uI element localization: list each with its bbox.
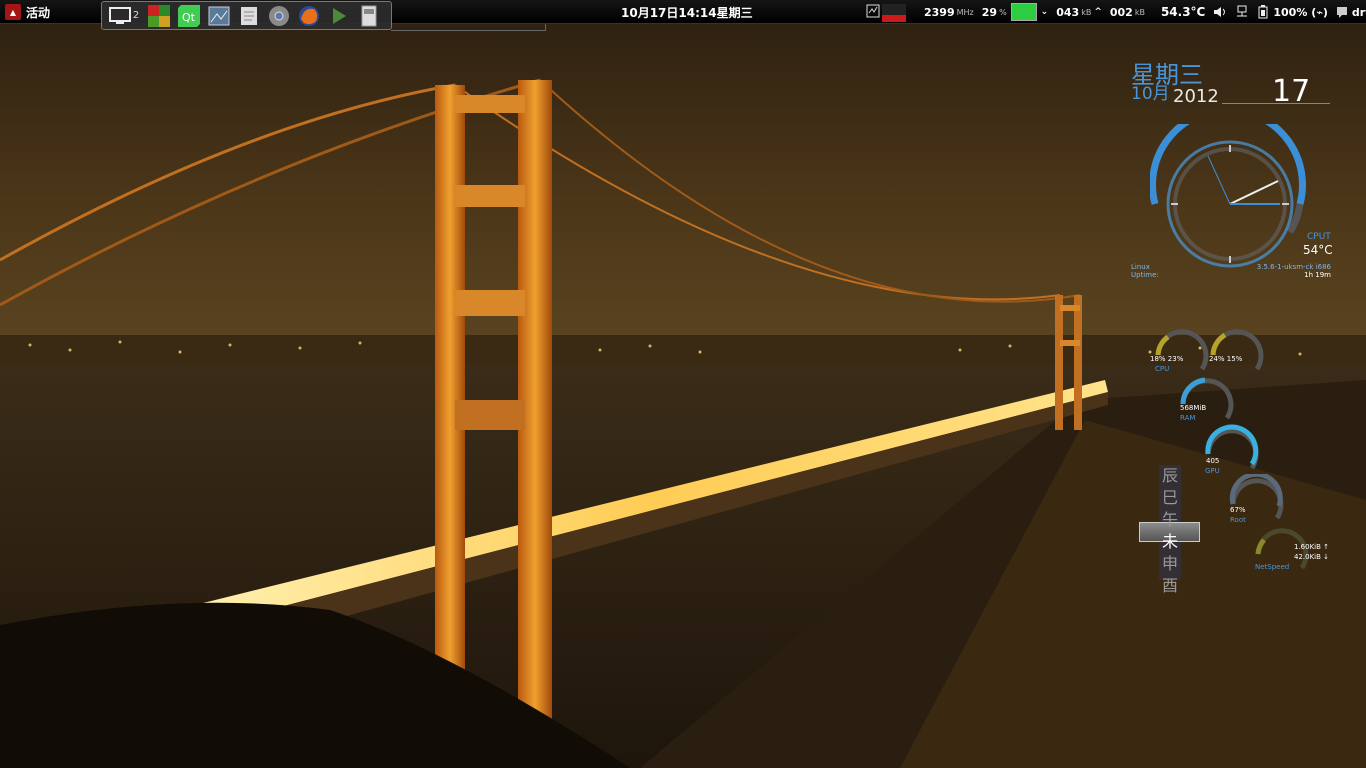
dock-text-editor[interactable] bbox=[237, 5, 261, 27]
net-up-value: 1.60KiB ↑ bbox=[1294, 543, 1330, 551]
cpu-temp-label: CPUT bbox=[1307, 232, 1331, 242]
date-year: 2012 bbox=[1173, 86, 1219, 107]
system-info: Linux 3.5.6-1-uksm-ck i686 Uptime: 1h 19… bbox=[1131, 263, 1331, 279]
dock-files[interactable] bbox=[357, 5, 381, 27]
earthly-branch-clock: 辰 巳 午 未 申 酉 bbox=[1155, 462, 1185, 595]
battery-icon bbox=[1258, 5, 1268, 19]
system-tray: 2399 MHz 29 % ⌄ 043 kB ^ 002 kB 54.3°C 1… bbox=[866, 2, 1366, 22]
cpu-temp-value: 54°C bbox=[1303, 243, 1333, 257]
cpu-frequency-unit: MHz bbox=[956, 7, 974, 17]
branch-item-current: 未 bbox=[1161, 532, 1178, 551]
dock-qt-creator[interactable]: Qt bbox=[177, 4, 201, 27]
os-label: Linux bbox=[1131, 263, 1150, 271]
kernel-version: 3.5.6-1-uksm-ck i686 bbox=[1256, 263, 1331, 271]
gpu-ring-value: 405 bbox=[1206, 457, 1220, 465]
battery-indicator[interactable]: 100% (⌁) bbox=[1257, 5, 1328, 19]
ram-ring-value: 568MiB bbox=[1180, 404, 1207, 412]
chevron-down-icon[interactable]: ⌄ bbox=[1041, 7, 1049, 17]
dock-app-grid[interactable] bbox=[147, 4, 171, 27]
root-ring-value: 67% bbox=[1230, 506, 1246, 514]
branch-item: 酉 bbox=[1161, 576, 1178, 595]
branch-item: 午 bbox=[1161, 510, 1178, 529]
files-icon bbox=[361, 5, 377, 26]
dock-image-viewer[interactable] bbox=[207, 5, 231, 27]
upload-arrow-icon: ^ bbox=[1094, 7, 1102, 17]
workspace-switcher[interactable]: 2 bbox=[107, 5, 141, 27]
image-viewer-icon bbox=[208, 6, 230, 25]
desktop-wallpaper bbox=[0, 0, 1366, 768]
network-icon[interactable] bbox=[1235, 5, 1249, 19]
net-down-value: 42.0KiB ↓ bbox=[1294, 553, 1330, 561]
temperature[interactable]: 54.3°C bbox=[1161, 5, 1205, 19]
volume-icon[interactable] bbox=[1213, 6, 1227, 18]
analog-clock-widget bbox=[1150, 124, 1306, 268]
terminal-icon bbox=[333, 7, 346, 24]
activities-label: 活动 bbox=[26, 5, 51, 20]
net-ring-label: NetSpeed bbox=[1255, 563, 1290, 571]
network-upload[interactable]: 002 kB bbox=[1110, 6, 1145, 19]
cpu-usage-unit: % bbox=[999, 7, 1007, 17]
user-menu[interactable]: dryland bbox=[1336, 6, 1366, 19]
root-ring-label: Root bbox=[1230, 516, 1246, 524]
cpu-usage-bar bbox=[1010, 3, 1037, 21]
network-upload-value: 002 bbox=[1109, 5, 1133, 19]
dock-firefox[interactable] bbox=[297, 5, 321, 27]
cpu-ring-value: 18% 23% bbox=[1150, 355, 1184, 363]
date-underline bbox=[1222, 103, 1330, 104]
dock-frame bbox=[391, 24, 546, 31]
cpu-frequency-value: 2399 bbox=[924, 5, 955, 19]
cpu-usage[interactable]: 29 % ⌄ bbox=[982, 3, 1048, 21]
chrome-icon bbox=[269, 5, 289, 26]
cpu2-ring-value: 24% 15% bbox=[1209, 355, 1243, 363]
network-download-unit: kB bbox=[1081, 7, 1092, 17]
monitor-icon bbox=[866, 4, 906, 22]
network-download[interactable]: 043 kB ^ bbox=[1056, 6, 1102, 19]
dock-terminal[interactable] bbox=[327, 5, 351, 27]
ram-ring-label: RAM bbox=[1180, 414, 1196, 422]
clock-second-hand bbox=[1207, 155, 1231, 205]
app-grid-icon bbox=[148, 4, 170, 27]
qt-creator-icon: Qt bbox=[178, 4, 200, 27]
uptime-value: 1h 19m bbox=[1304, 271, 1331, 279]
cpu-frequency[interactable]: 2399 MHz bbox=[924, 6, 974, 19]
cpu-usage-value: 29 bbox=[981, 5, 998, 19]
activities-button[interactable]: ▲ 活动 bbox=[5, 3, 50, 21]
network-download-value: 043 bbox=[1056, 5, 1080, 19]
uptime-label: Uptime: bbox=[1131, 271, 1159, 279]
display-icon bbox=[108, 6, 131, 24]
workspace-count: 2 bbox=[132, 10, 140, 21]
network-upload-unit: kB bbox=[1134, 7, 1145, 17]
gpu-ring-label: GPU bbox=[1205, 467, 1220, 475]
user-name: dryland bbox=[1351, 5, 1366, 19]
app-dock: 2 Qt bbox=[101, 1, 392, 30]
svg-text:Qt: Qt bbox=[182, 11, 196, 24]
branch-item: 申 bbox=[1161, 554, 1178, 573]
firefox-icon bbox=[299, 5, 319, 26]
panel-clock[interactable]: 10月17日14:14星期三 bbox=[621, 4, 753, 21]
system-monitor-graph[interactable] bbox=[866, 2, 906, 22]
branch-item: 巳 bbox=[1161, 488, 1178, 507]
text-editor-icon bbox=[241, 6, 257, 25]
chat-status-icon bbox=[1336, 7, 1347, 18]
clock-hour-hand bbox=[1229, 180, 1279, 205]
branch-item: 辰 bbox=[1161, 466, 1178, 485]
battery-level: 100% (⌁) bbox=[1273, 5, 1328, 19]
dock-chrome[interactable] bbox=[267, 5, 291, 27]
activities-logo-icon: ▲ bbox=[5, 4, 21, 20]
cpu-ring-label: CPU bbox=[1155, 365, 1170, 373]
date-month: 10月 bbox=[1131, 84, 1170, 104]
